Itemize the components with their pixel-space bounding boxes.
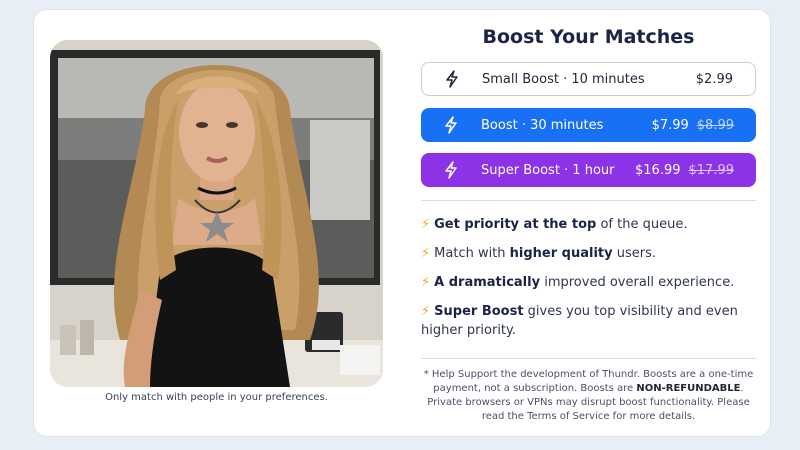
feature-text: improved overall experience. (540, 275, 735, 290)
lightning-bolt-icon: ⚡ (421, 304, 431, 319)
feature-bold: Super Boost (434, 304, 524, 319)
super-boost-option[interactable]: Super Boost · 1 hour $16.99 $17.99 (421, 153, 756, 187)
divider (421, 358, 756, 359)
option-label: Super Boost · 1 hour (481, 162, 615, 178)
small-boost-option[interactable]: Small Boost · 10 minutes $2.99 (421, 62, 756, 96)
disclaimer-note: * Help Support the development of Thundr… (421, 368, 756, 424)
feature-item: ⚡ Super Boost gives you top visibility an… (421, 302, 756, 340)
feature-bold: higher quality (509, 246, 613, 261)
option-price: $7.99 (651, 117, 689, 133)
lightning-bolt-icon: ⚡ (421, 275, 431, 290)
profile-photo-illustration (50, 40, 383, 387)
option-label: Boost · 30 minutes (481, 117, 604, 133)
option-old-price: $17.99 (688, 162, 735, 178)
lightning-bolt-icon (444, 70, 462, 88)
feature-text: of the queue. (596, 217, 688, 232)
lightning-bolt-icon (443, 161, 461, 179)
page-title: Boost Your Matches (482, 26, 695, 48)
option-price: $2.99 (695, 71, 733, 87)
feature-item: ⚡ Get priority at the top of the queue. (421, 215, 756, 234)
feature-text: Match with (434, 246, 510, 261)
lightning-bolt-icon: ⚡ (421, 246, 431, 261)
boost-option[interactable]: Boost · 30 minutes $7.99 $8.99 (421, 108, 756, 142)
feature-item: ⚡ Match with higher quality users. (421, 244, 756, 263)
option-label: Small Boost · 10 minutes (482, 71, 645, 87)
option-old-price: $8.99 (696, 117, 734, 133)
photo-caption: Only match with people in your preferenc… (105, 392, 328, 403)
note-bold: NON-REFUNDABLE (636, 383, 741, 394)
lightning-bolt-icon: ⚡ (421, 217, 431, 232)
divider (421, 200, 756, 201)
feature-text: users. (612, 246, 657, 261)
feature-bold: A dramatically (434, 275, 541, 290)
option-price: $16.99 (635, 162, 681, 178)
feature-item: ⚡ A dramatically improved overall experie… (421, 273, 756, 292)
feature-bold: Get priority at the top (434, 217, 597, 232)
lightning-bolt-icon (443, 116, 461, 134)
profile-photo (50, 40, 383, 387)
